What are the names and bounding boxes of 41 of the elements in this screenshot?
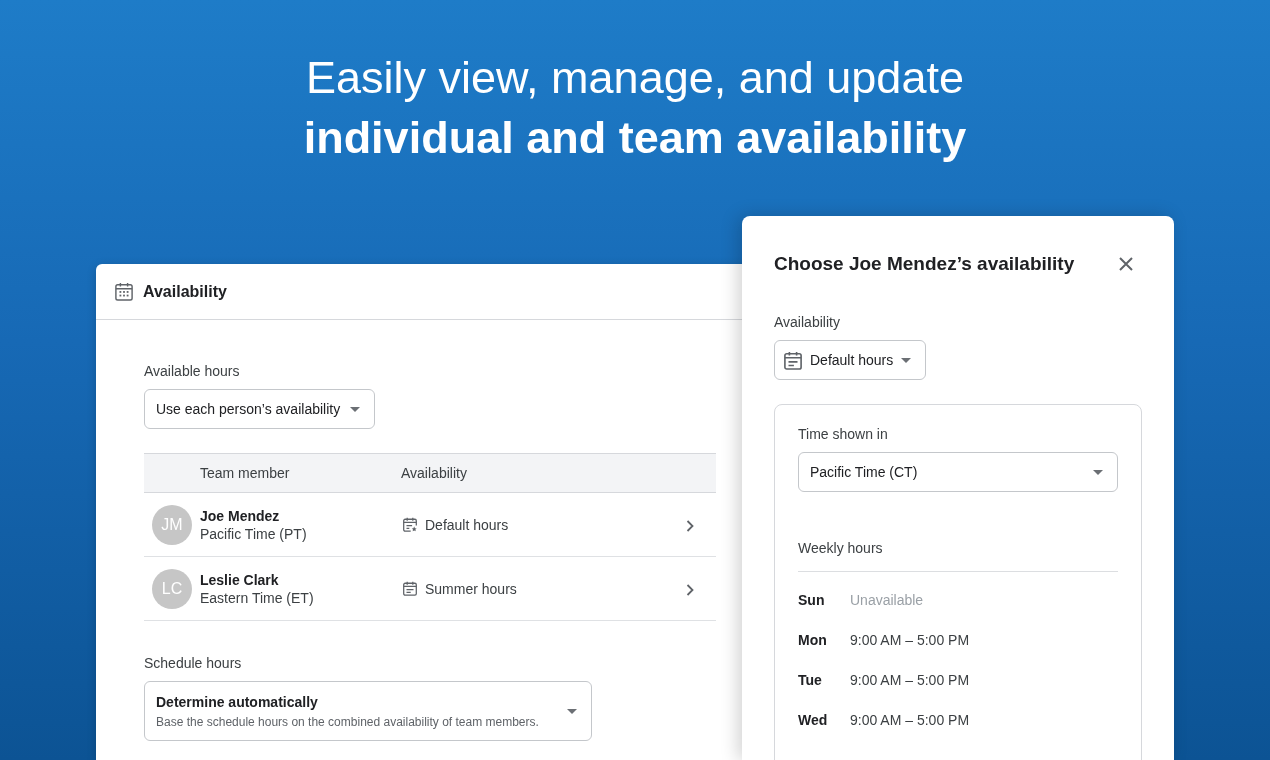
day-label: Mon — [798, 632, 828, 648]
calendar-icon — [784, 350, 802, 370]
calendar-star-icon — [403, 517, 417, 532]
field-label: Available hours — [144, 362, 240, 380]
day-label: Tue — [798, 672, 823, 688]
availability-dropdown[interactable]: Default hours — [774, 340, 927, 380]
calendar-icon — [403, 581, 417, 596]
field-label: Schedule hours — [144, 654, 242, 672]
time-zone-dropdown[interactable]: Pacific Time (CT) — [798, 452, 1118, 492]
card-title: Availability — [143, 282, 227, 301]
day-label: Wed — [798, 712, 829, 728]
field-label: Availability — [774, 313, 840, 331]
dialog-title: Choose Joe Mendez’s availability — [774, 253, 1075, 275]
section-label: Weekly hours — [798, 539, 883, 557]
day-hours: 9:00 AM – 5:00 PM — [850, 632, 970, 648]
caret-icon — [1093, 469, 1103, 475]
day-hours: 9:00 AM – 5:00 PM — [850, 672, 970, 688]
caret-icon — [350, 406, 361, 412]
chevron-right-icon[interactable] — [686, 519, 694, 532]
available-hours-dropdown[interactable]: Use each person’s availability — [144, 389, 376, 429]
schedule-hours-dropdown[interactable]: Determine automatically Base the schedule hours on the combined availability of team members. — [144, 681, 592, 741]
close-icon — [1119, 257, 1133, 271]
availability-schedule: Summer hours — [425, 580, 517, 597]
availability-schedule: Default hours — [425, 516, 509, 533]
day-label: Sun — [798, 592, 826, 608]
avatar: JM — [152, 504, 192, 545]
member-name: Leslie Clark — [200, 570, 279, 589]
member-time-zone: Pacific Time (PT) — [200, 524, 307, 543]
calendar-icon — [115, 282, 133, 301]
headline: Easily view, manage, and update individual and team availability — [303, 51, 967, 165]
day-hours: 9:00 AM – 5:00 PM — [850, 712, 970, 728]
member-time-zone: Eastern Time (ET) — [200, 588, 314, 607]
avatar: LC — [152, 568, 192, 609]
column-header: Team member — [200, 465, 290, 481]
column-header: Availability — [401, 465, 467, 481]
field-label: Time shown in — [798, 425, 888, 443]
member-name: Joe Mendez — [200, 506, 280, 525]
chevron-right-icon[interactable] — [686, 583, 694, 596]
day-hours: Unavailable — [850, 592, 924, 608]
caret-icon — [901, 357, 912, 363]
caret-icon — [567, 708, 577, 714]
